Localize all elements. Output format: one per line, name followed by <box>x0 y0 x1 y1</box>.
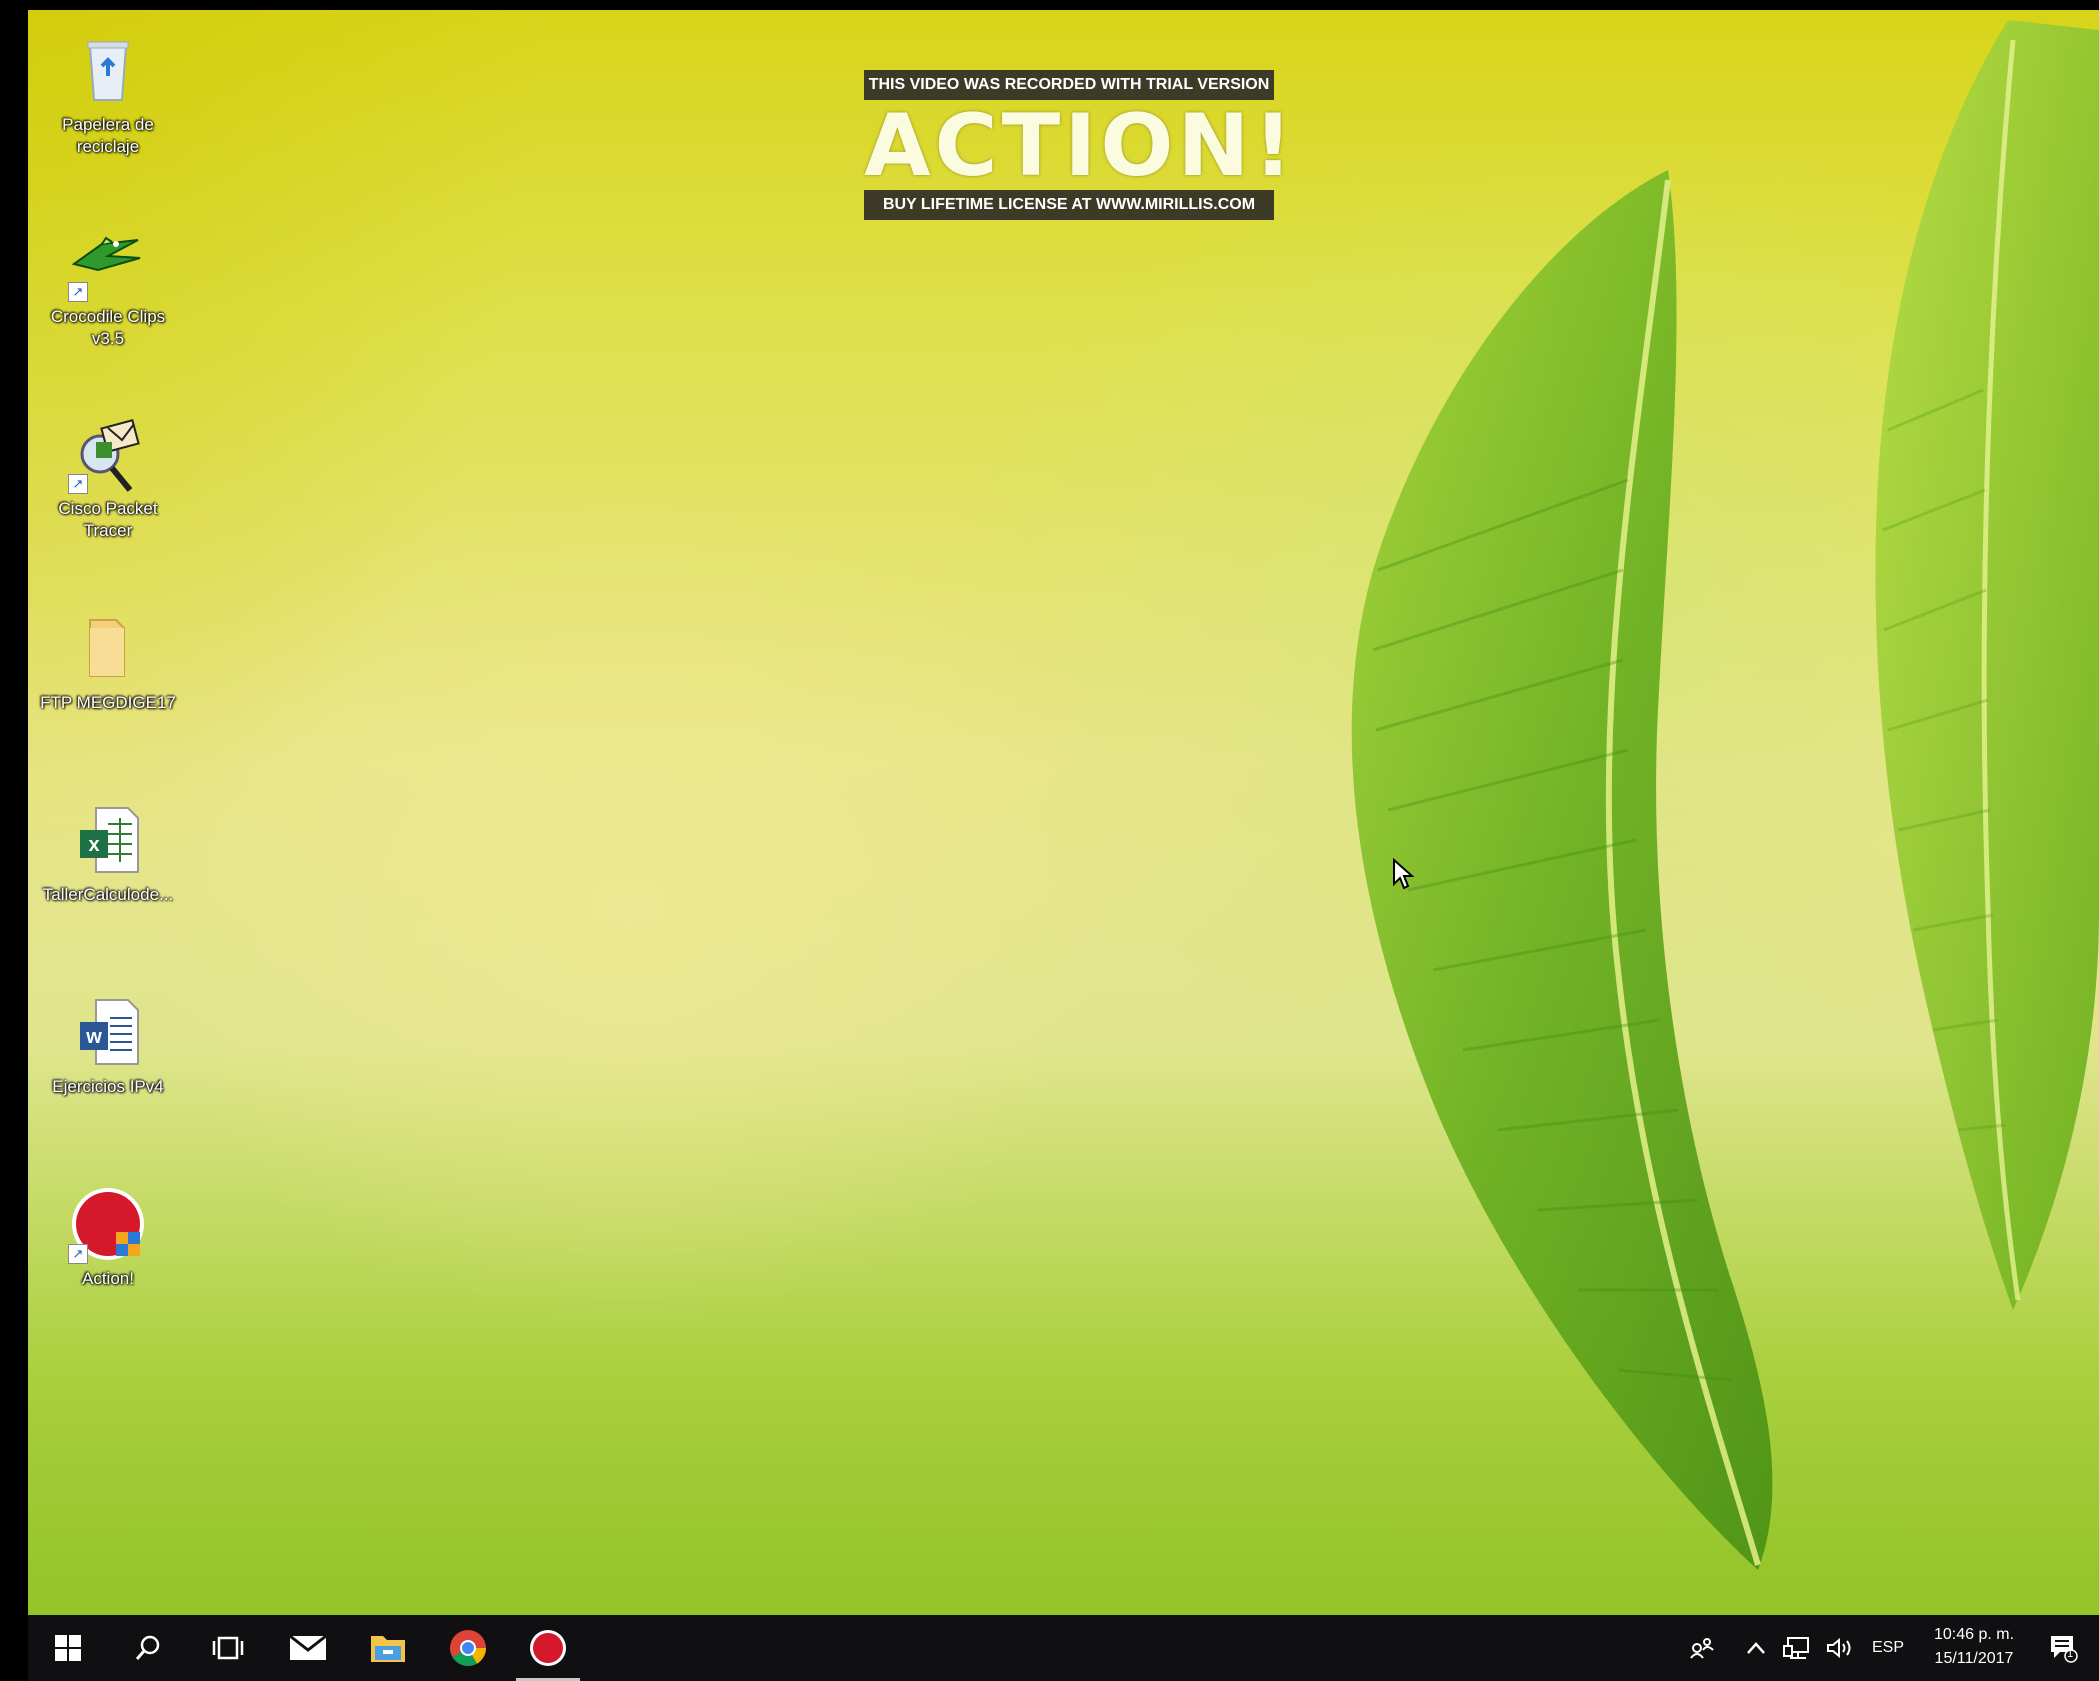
watermark-bottom-text: BUY LIFETIME LICENSE AT WWW.MIRILLIS.COM <box>864 190 1274 220</box>
word-file-icon: w <box>68 992 148 1072</box>
network-button[interactable] <box>1776 1615 1816 1681</box>
desktop-icon-label: Cisco Packet Tracer <box>58 499 158 540</box>
desktop-icon-excel-file[interactable]: x TallerCalculode... <box>28 800 188 906</box>
desktop-icon-cisco-packet-tracer[interactable]: ↗ Cisco Packet Tracer <box>28 414 188 542</box>
mouse-cursor-icon <box>1393 858 1414 890</box>
desktop-icon-label: Ejercicios IPv4 <box>52 1077 164 1096</box>
desktop-icon-label: Action! <box>82 1269 134 1288</box>
taskbar-app-file-explorer[interactable] <box>348 1615 428 1681</box>
desktop-icon-ftp-folder[interactable]: FTP MEGDIGE17 <box>28 608 188 714</box>
recording-watermark: THIS VIDEO WAS RECORDED WITH TRIAL VERSI… <box>864 70 1297 220</box>
mail-icon <box>289 1634 327 1660</box>
desktop-icon-label: TallerCalculode... <box>42 885 174 904</box>
desktop-icon-label: FTP MEGDIGE17 <box>40 693 176 712</box>
cisco-packet-tracer-icon: ↗ <box>68 414 148 494</box>
file-explorer-icon <box>371 1636 405 1662</box>
people-icon <box>1690 1638 1714 1659</box>
action-center-button[interactable]: 1 <box>2038 1615 2088 1681</box>
desktop-icon-word-file[interactable]: w Ejercicios IPv4 <box>28 992 188 1098</box>
start-button[interactable] <box>28 1615 108 1681</box>
notifications-icon <box>2051 1636 2078 1663</box>
taskbar-app-mail[interactable] <box>268 1615 348 1681</box>
notification-count-badge: 1 <box>2067 1648 2074 1660</box>
volume-button[interactable] <box>1820 1615 1860 1681</box>
action-recorder-icon: ↗ <box>68 1184 148 1264</box>
search-button[interactable] <box>108 1615 188 1681</box>
svg-text:w: w <box>85 1026 102 1048</box>
clock[interactable]: 10:46 p. m. 15/11/2017 <box>1919 1623 2029 1671</box>
shortcut-arrow-icon: ↗ <box>68 1244 88 1264</box>
chevron-up-icon <box>1747 1642 1765 1654</box>
speaker-icon <box>1827 1637 1851 1659</box>
shortcut-arrow-icon: ↗ <box>68 474 88 494</box>
svg-text:x: x <box>88 834 99 856</box>
desktop-icon-crocodile-clips[interactable]: ↗ Crocodile Clips v3.5 <box>28 222 188 350</box>
clock-date: 15/11/2017 <box>1934 1650 2014 1667</box>
desktop-icon-recycle-bin[interactable]: Papelera de reciclaje <box>28 30 188 158</box>
recycle-bin-icon <box>68 30 148 110</box>
windows-start-icon <box>55 1635 81 1661</box>
taskbar-app-chrome[interactable] <box>428 1615 508 1681</box>
clock-time: 10:46 p. m. <box>1933 1626 2015 1643</box>
chrome-icon <box>450 1630 486 1667</box>
desktop[interactable]: Papelera de reciclaje ↗ Crocodile Clips … <box>28 10 2099 1681</box>
wallpaper-leaves <box>1351 20 2099 1570</box>
input-language[interactable]: ESP <box>1864 1615 1912 1681</box>
taskbar-app-action-recorder[interactable] <box>508 1615 588 1681</box>
people-button[interactable] <box>1678 1615 1728 1681</box>
search-icon <box>135 1635 160 1660</box>
desktop-icon-action[interactable]: ↗ Action! <box>28 1184 188 1290</box>
show-hidden-icons-button[interactable] <box>1738 1615 1774 1681</box>
task-view-button[interactable] <box>188 1615 268 1681</box>
desktop-icon-label: Crocodile Clips v3.5 <box>50 307 166 348</box>
folder-icon <box>68 608 148 688</box>
action-recorder-icon <box>530 1630 566 1666</box>
shortcut-arrow-icon: ↗ <box>68 282 88 302</box>
network-icon <box>1783 1637 1809 1659</box>
excel-file-icon: x <box>68 800 148 880</box>
task-view-icon <box>212 1636 244 1660</box>
crocodile-clips-icon: ↗ <box>68 222 148 302</box>
taskbar: ESP 10:46 p. m. 15/11/2017 1 <box>28 1615 2099 1681</box>
watermark-logo: ACTION! <box>864 96 1297 196</box>
desktop-icon-label: Papelera de reciclaje <box>62 115 154 156</box>
